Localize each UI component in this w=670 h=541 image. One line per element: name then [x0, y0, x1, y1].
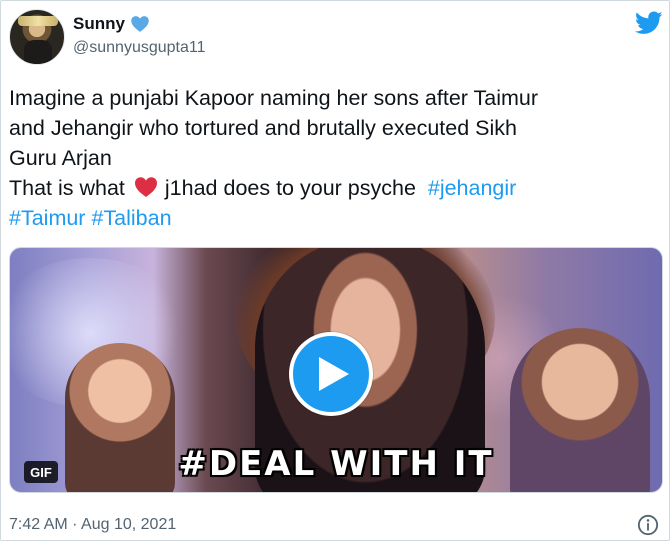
gif-caption: #DEAL WITH IT — [178, 444, 494, 484]
twitter-bird-icon[interactable] — [635, 11, 663, 35]
avatar-decoration — [18, 16, 58, 26]
display-name-row: Sunny — [73, 13, 205, 35]
avatar[interactable] — [9, 9, 65, 65]
tweet-header: Sunny @sunnyusgupta11 — [9, 9, 663, 65]
author-names: Sunny @sunnyusgupta11 — [73, 13, 205, 57]
tweet-footer: 7:42 AM · Aug 10, 2021 — [9, 513, 663, 537]
tweet-text-fragment: That is what — [9, 176, 125, 200]
red-heart-icon — [134, 177, 157, 197]
gif-media[interactable]: #DEAL WITH IT GIF — [9, 247, 663, 493]
tweet-timestamp[interactable]: 7:42 AM · Aug 10, 2021 — [9, 516, 176, 533]
tweet-text-line: #Taimur #Taliban — [9, 203, 659, 233]
tweet-text-line: Guru Arjan — [9, 146, 112, 170]
hashtag-link[interactable]: #Taimur — [9, 206, 85, 230]
tweet-text-line: That is what j1had does to your psyche #… — [9, 173, 659, 203]
tweet-text-fragment: j1had does to your psyche — [164, 176, 416, 200]
heart-badge-icon — [131, 16, 149, 32]
tweet-text: Imagine a punjabi Kapoor naming her sons… — [9, 83, 659, 233]
user-handle[interactable]: @sunnyusgupta11 — [73, 39, 205, 57]
play-button[interactable] — [289, 332, 373, 416]
display-name[interactable]: Sunny — [73, 14, 125, 34]
tweet-card: Sunny @sunnyusgupta11 Imagine a punjabi … — [0, 0, 670, 541]
avatar-figure — [24, 40, 52, 64]
hashtag-link[interactable]: #jehangir — [428, 176, 516, 200]
hashtag-link[interactable]: #Taliban — [91, 206, 171, 230]
gif-badge: GIF — [24, 461, 58, 483]
tweet-text-line: Imagine a punjabi Kapoor naming her sons… — [9, 86, 539, 110]
play-icon — [319, 357, 349, 391]
info-icon[interactable] — [637, 514, 659, 536]
tweet-text-line: and Jehangir who tortured and brutally e… — [9, 116, 517, 140]
